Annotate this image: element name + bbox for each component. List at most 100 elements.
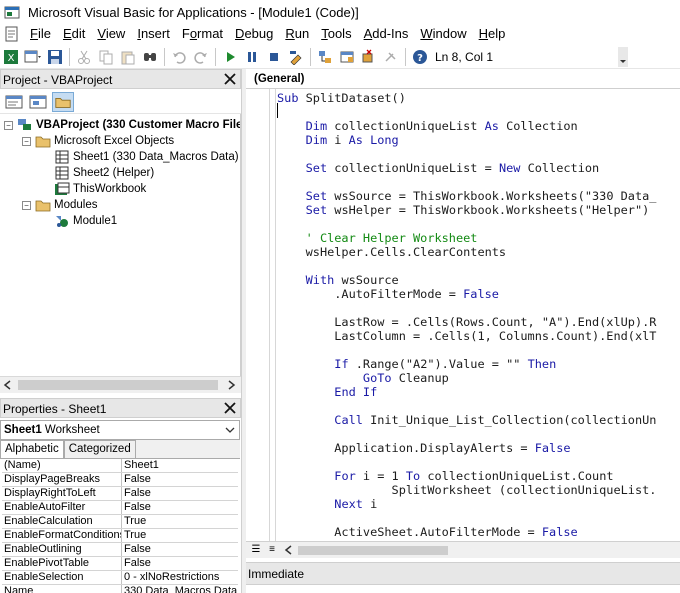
code-line[interactable]: ActiveSheet.AutoFilterMode = False <box>277 525 577 539</box>
collapse-icon[interactable]: − <box>22 136 31 146</box>
property-row[interactable]: EnableAutoFilter False <box>2 501 238 515</box>
view-excel-icon[interactable]: X <box>0 46 22 68</box>
property-value[interactable]: 0 - xlNoRestrictions <box>122 571 238 584</box>
tree-module1[interactable]: Module1 <box>54 213 117 229</box>
code-horizontal-scrollbar[interactable]: ☰ ≡ <box>246 541 680 558</box>
code-line[interactable]: Set collectionUniqueList = New Collectio… <box>277 161 600 175</box>
code-line[interactable]: Next i <box>277 497 377 511</box>
insert-userform-icon[interactable] <box>22 46 44 68</box>
code-line[interactable]: ' Clear Helper Worksheet <box>277 231 478 245</box>
toolbox-icon[interactable] <box>380 46 402 68</box>
code-margin[interactable] <box>246 89 270 541</box>
code-line[interactable]: GoTo Cleanup <box>277 371 449 385</box>
view-object-icon[interactable] <box>28 93 48 111</box>
view-code-icon[interactable] <box>4 93 24 111</box>
run-icon[interactable] <box>219 46 241 68</box>
cut-icon[interactable] <box>73 46 95 68</box>
collapse-icon[interactable]: − <box>4 120 13 130</box>
property-row[interactable]: DisplayRightToLeft False <box>2 487 238 501</box>
scroll-thumb[interactable] <box>298 546 448 555</box>
module-doc-icon[interactable] <box>4 26 20 42</box>
break-icon[interactable] <box>241 46 263 68</box>
property-value[interactable]: 330 Data_Macros Data <box>122 585 238 593</box>
menu-add-ins[interactable]: Add-Ins <box>358 24 415 44</box>
code-line[interactable]: LastRow = .Cells(Rows.Count, "A").End(xl… <box>277 315 656 329</box>
code-line[interactable]: SplitWorksheet (collectionUniqueList. <box>277 483 657 497</box>
code-line[interactable]: Dim collectionUniqueList As Collection <box>277 119 578 133</box>
code-line[interactable]: .AutoFilterMode = False <box>277 287 499 301</box>
find-icon[interactable] <box>139 46 161 68</box>
code-line[interactable]: Set wsSource = ThisWorkbook.Worksheets("… <box>277 189 657 203</box>
properties-window-icon[interactable] <box>336 46 358 68</box>
tab-alphabetic[interactable]: Alphabetic <box>0 440 64 458</box>
collapse-icon[interactable]: − <box>22 200 31 210</box>
save-icon[interactable] <box>44 46 66 68</box>
project-horizontal-scrollbar[interactable] <box>0 376 241 393</box>
undo-icon[interactable] <box>168 46 190 68</box>
property-value[interactable]: False <box>122 557 238 570</box>
close-icon[interactable] <box>222 400 238 416</box>
property-row[interactable]: (Name) Sheet1 <box>2 459 238 473</box>
property-value[interactable]: Sheet1 <box>122 459 238 472</box>
menu-edit[interactable]: Edit <box>57 24 91 44</box>
toggle-folders-icon[interactable] <box>52 91 74 112</box>
menu-format[interactable]: Format <box>176 24 229 44</box>
copy-icon[interactable] <box>95 46 117 68</box>
menu-debug[interactable]: Debug <box>229 24 279 44</box>
property-row[interactable]: EnableFormatConditionsCaTrue <box>2 529 238 543</box>
property-row[interactable]: Name 330 Data_Macros Data <box>2 585 238 593</box>
property-row[interactable]: EnableCalculation True <box>2 515 238 529</box>
scroll-thumb[interactable] <box>18 380 218 390</box>
code-editor[interactable]: Sub SplitDataset() Dim collectionUniqueL… <box>277 89 680 541</box>
tree-root[interactable]: − VBAProject (330 Customer Macro File.x <box>4 117 240 133</box>
property-row[interactable]: EnablePivotTable False <box>2 557 238 571</box>
property-value[interactable]: False <box>122 501 238 514</box>
menu-tools[interactable]: Tools <box>315 24 357 44</box>
help-icon[interactable]: ? <box>409 46 431 68</box>
scroll-right-icon[interactable] <box>226 380 236 390</box>
code-line[interactable]: Application.DisplayAlerts = False <box>277 441 570 455</box>
scroll-left-icon[interactable] <box>3 380 13 390</box>
property-value[interactable]: False <box>122 487 238 500</box>
property-value[interactable]: True <box>122 529 238 542</box>
code-line[interactable]: LastColumn = .Cells(1, Columns.Count).En… <box>277 329 656 343</box>
tree-modules[interactable]: − Modules <box>22 197 97 213</box>
object-combo[interactable]: (General) <box>250 71 680 87</box>
code-line[interactable]: With wsSource <box>277 273 399 287</box>
paste-icon[interactable] <box>117 46 139 68</box>
tree-thisworkbook[interactable]: ThisWorkbook <box>54 181 146 197</box>
full-module-view-icon[interactable]: ≡ <box>266 544 278 556</box>
menu-help[interactable]: Help <box>473 24 512 44</box>
code-line[interactable]: wsHelper.Cells.ClearContents <box>277 245 506 259</box>
immediate-panel-body[interactable] <box>246 584 680 593</box>
procedure-view-icon[interactable]: ☰ <box>250 544 262 556</box>
property-value[interactable]: False <box>122 543 238 556</box>
close-icon[interactable] <box>222 71 238 87</box>
reset-icon[interactable] <box>263 46 285 68</box>
tree-sheet1[interactable]: Sheet1 (330 Data_Macros Data) <box>54 149 239 165</box>
menu-view[interactable]: View <box>91 24 131 44</box>
code-line[interactable]: Dim i As Long <box>277 133 399 147</box>
menu-file[interactable]: File <box>24 24 57 44</box>
code-line[interactable]: If .Range("A2").Value = "" Then <box>277 357 556 371</box>
menu-window[interactable]: Window <box>414 24 472 44</box>
code-line[interactable]: Call Init_Unique_List_Collection(collect… <box>277 413 656 427</box>
property-row[interactable]: EnableOutlining False <box>2 543 238 557</box>
property-value[interactable]: False <box>122 473 238 486</box>
redo-icon[interactable] <box>190 46 212 68</box>
code-line[interactable]: Set wsHelper = ThisWorkbook.Worksheets("… <box>277 203 650 217</box>
scroll-left-icon[interactable] <box>284 545 294 555</box>
project-explorer-icon[interactable] <box>314 46 336 68</box>
toolbar-options-icon[interactable] <box>618 47 628 67</box>
code-line[interactable]: End If <box>277 385 377 399</box>
object-browser-icon[interactable] <box>358 46 380 68</box>
chevron-down-icon[interactable] <box>223 423 237 437</box>
tree-excel-objects[interactable]: − Microsoft Excel Objects <box>22 133 174 149</box>
menu-run[interactable]: Run <box>279 24 315 44</box>
tree-sheet2[interactable]: Sheet2 (Helper) <box>54 165 154 181</box>
design-mode-icon[interactable] <box>285 46 307 68</box>
tab-categorized[interactable]: Categorized <box>63 440 136 458</box>
menu-insert[interactable]: Insert <box>131 24 176 44</box>
property-row[interactable]: EnableSelection 0 - xlNoRestrictions <box>2 571 238 585</box>
property-value[interactable]: True <box>122 515 238 528</box>
